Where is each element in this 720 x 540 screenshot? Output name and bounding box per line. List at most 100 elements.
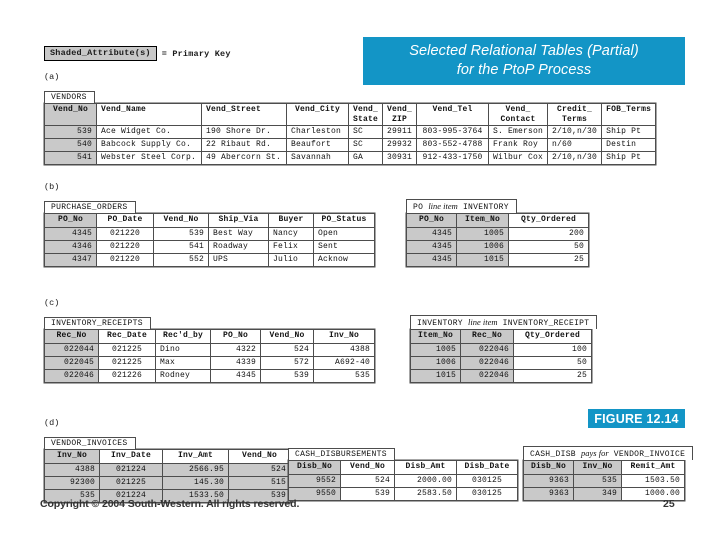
table-caption-purchase-orders: PURCHASE_ORDERS <box>44 201 136 213</box>
table-caption-cash-disbursements: CASH_DISBURSEMENTS <box>288 448 395 460</box>
cell-rec-no: 022046 <box>460 356 514 370</box>
cell-item-no: 1015 <box>456 253 509 267</box>
cell-vend-no: 524 <box>260 343 314 357</box>
table-row: 4345 1005 200 <box>406 227 589 241</box>
cell-vend-name: Babcock Supply Co. <box>96 138 202 152</box>
cell-vend-tel: 803-552-4788 <box>416 138 490 152</box>
table-row: 1006 022046 50 <box>410 356 592 370</box>
cell-disb-date: 030125 <box>456 487 518 501</box>
table-row: 540 Babcock Supply Co. 22 Ribaut Rd. Bea… <box>44 138 657 152</box>
cell-remit-amt: 1503.50 <box>621 474 685 488</box>
cell-vend-no: 524 <box>228 463 291 477</box>
table-po-line-item-inventory: PO_No Item_No Qty_Ordered 4345 1005 200 … <box>406 213 589 267</box>
cell-vend-contact: S. Emerson <box>488 125 549 139</box>
cell-disb-amt: 2583.50 <box>394 487 457 501</box>
caption-pre: INVENTORY <box>417 319 463 328</box>
cell-fob-terms: Ship Pt <box>601 151 657 165</box>
col-vend-contact: Vend_ Contact <box>488 103 549 126</box>
table-row: 4347 021220 552 UPS Julio Acknow <box>44 253 375 267</box>
cell-vend-zip: 30931 <box>382 151 418 165</box>
cell-inv-amt: 145.30 <box>162 476 229 490</box>
cell-vend-no: 524 <box>340 474 395 488</box>
cell-vend-city: Charleston <box>286 125 349 139</box>
col-vend-zip: Vend_ ZIP <box>382 103 418 126</box>
cell-recd-by: Dino <box>155 343 211 357</box>
table-row: 4345 1015 25 <box>406 253 589 267</box>
col-buyer: Buyer <box>268 213 314 228</box>
table-group-cash-disb-pays-invoice: CASH_DISB pays for VENDOR_INVOICE Disb_N… <box>523 443 694 501</box>
col-credit-terms: Credit_ Terms <box>547 103 603 126</box>
cell-vend-tel: 912-433-1750 <box>416 151 490 165</box>
cell-vend-name: Ace Widget Co. <box>96 125 202 139</box>
cell-fob-terms: Destin <box>601 138 657 152</box>
col-vend-no: Vend_No <box>260 329 314 344</box>
col-po-no: PO_No <box>406 213 457 228</box>
cell-rec-no: 022046 <box>460 343 514 357</box>
col-rec-no: Rec_No <box>44 329 99 344</box>
table-row: 022045 021225 Max 4339 572 A692-40 <box>44 356 375 370</box>
col-po-date: PO_Date <box>96 213 154 228</box>
cell-disb-amt: 2000.00 <box>394 474 457 488</box>
cell-po-no: 4347 <box>44 253 97 267</box>
table-row: 92300 021225 145.30 515 <box>44 476 291 490</box>
table-inventory-line-item-receipt: Item_No Rec_No Qty_Ordered 1005 022046 1… <box>410 329 592 383</box>
col-disb-date: Disb_Date <box>456 460 518 475</box>
table-header-row: Rec_No Rec_Date Rec'd_by PO_No Vend_No I… <box>44 329 375 344</box>
col-po-no: PO_No <box>210 329 261 344</box>
cell-vend-name: Webster Steel Corp. <box>96 151 202 165</box>
cell-vend-no: 539 <box>153 227 209 241</box>
cell-recd-by: Rodney <box>155 369 211 383</box>
col-disb-amt: Disb_Amt <box>394 460 457 475</box>
table-purchase-orders: PO_No PO_Date Vend_No Ship_Via Buyer PO_… <box>44 213 375 267</box>
caption-relationship: line item <box>428 201 458 211</box>
cell-rec-date: 021225 <box>98 343 156 357</box>
cell-vend-street: 22 Ribaut Rd. <box>201 138 287 152</box>
cell-rec-date: 021226 <box>98 369 156 383</box>
col-qty-ordered: Qty_Ordered <box>508 213 589 228</box>
cell-buyer: Felix <box>268 240 314 254</box>
cell-rec-date: 021225 <box>98 356 156 370</box>
cell-inv-no: 92300 <box>44 476 100 490</box>
legend-primary-key: Shaded_Attribute(s) = Primary Key <box>44 46 231 61</box>
cell-vend-no: 572 <box>260 356 314 370</box>
table-caption-cash-disb-pays-invoice: CASH_DISB pays for VENDOR_INVOICE <box>523 446 694 460</box>
col-inv-no: Inv_No <box>573 460 622 475</box>
table-group-po-line-item-inventory: PO line item INVENTORY PO_No Item_No Qty… <box>406 196 589 267</box>
col-inv-amt: Inv_Amt <box>162 449 229 464</box>
caption-post: INVENTORY <box>462 203 509 212</box>
col-item-no: Item_No <box>410 329 461 344</box>
cell-vend-no: 515 <box>228 476 291 490</box>
caption-pre: CASH_DISB <box>530 450 576 459</box>
section-label-b: (b) <box>44 182 60 192</box>
table-group-vendor-invoices: VENDOR_INVOICES Inv_No Inv_Date Inv_Amt … <box>44 432 291 503</box>
cell-vend-contact: Wilbur Cox <box>488 151 549 165</box>
section-label-a: (a) <box>44 72 60 82</box>
cell-vend-no: 539 <box>340 487 395 501</box>
cell-vend-state: SC <box>347 138 384 152</box>
cell-disb-date: 030125 <box>456 474 518 488</box>
col-item-no: Item_No <box>456 213 509 228</box>
cell-vend-no: 539 <box>260 369 314 383</box>
footer-page-number: 25 <box>663 498 675 510</box>
table-row: 9552 524 2000.00 030125 <box>288 474 518 488</box>
cell-item-no: 1015 <box>410 369 461 383</box>
table-caption-vendors: VENDORS <box>44 91 95 103</box>
col-vend-no: Vend_No <box>153 213 209 228</box>
table-vendors: Vend_No Vend_Name Vend_Street Vend_City … <box>44 103 657 165</box>
col-rec-date: Rec_Date <box>98 329 156 344</box>
cell-item-no: 1005 <box>410 343 461 357</box>
cell-item-no: 1006 <box>410 356 461 370</box>
cell-item-no: 1006 <box>456 240 509 254</box>
cell-ship-via: UPS <box>208 253 269 267</box>
table-group-purchase-orders: PURCHASE_ORDERS PO_No PO_Date Vend_No Sh… <box>44 196 375 267</box>
table-row: 4346 021220 541 Roadway Felix Sent <box>44 240 375 254</box>
figure-tag: FIGURE 12.14 <box>588 409 685 428</box>
cell-po-date: 021220 <box>96 253 154 267</box>
cell-qty-ordered: 100 <box>513 343 592 357</box>
footer-copyright: Copyright © 2004 South-Western. All righ… <box>40 498 300 510</box>
table-caption-po-line-item-inventory: PO line item INVENTORY <box>406 199 517 213</box>
cell-disb-no: 9363 <box>523 474 574 488</box>
table-cash-disbursements: Disb_No Vend_No Disb_Amt Disb_Date 9552 … <box>288 460 518 501</box>
table-row: 541 Webster Steel Corp. 49 Abercorn St. … <box>44 151 657 165</box>
legend-equals-text: = Primary Key <box>161 48 231 59</box>
